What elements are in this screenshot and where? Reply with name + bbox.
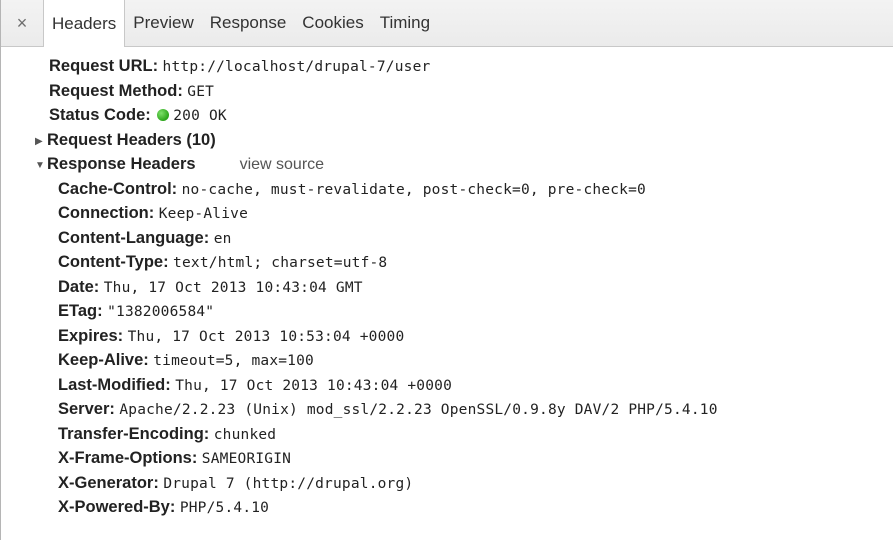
header-name: Keep-Alive: xyxy=(58,351,149,369)
response-header-row: Date: Thu, 17 Oct 2013 10:43:04 GMT xyxy=(1,275,893,300)
response-header-row: Last-Modified: Thu, 17 Oct 2013 10:43:04… xyxy=(1,373,893,398)
header-value: chunked xyxy=(213,426,277,443)
response-header-row: Content-Type: text/html; charset=utf-8 xyxy=(1,250,893,275)
view-source-link[interactable]: view source xyxy=(240,156,324,173)
tab-cookies[interactable]: Cookies xyxy=(294,0,371,46)
request-method-value: GET xyxy=(187,83,215,100)
header-name: Transfer-Encoding: xyxy=(58,424,210,443)
tab-headers[interactable]: Headers xyxy=(43,0,126,47)
headers-content: Request URL: http://localhost/drupal-7/u… xyxy=(1,47,893,520)
header-name: Connection: xyxy=(58,204,155,222)
response-header-row: ETag: "1382006584" xyxy=(1,299,893,324)
request-url-key: Request URL: xyxy=(49,57,159,75)
header-value: Keep-Alive xyxy=(158,206,249,222)
header-value: PHP/5.4.10 xyxy=(179,500,270,516)
header-name: X-Generator: xyxy=(58,473,159,492)
header-name: Server: xyxy=(58,400,115,418)
header-value: no-cache, must-revalidate, post-check=0,… xyxy=(181,181,646,198)
request-method-row: Request Method: GET xyxy=(1,79,893,104)
response-header-row: Cache-Control: no-cache, must-revalidate… xyxy=(1,177,893,202)
header-value: Thu, 17 Oct 2013 10:53:04 +0000 xyxy=(127,328,405,345)
request-headers-section[interactable]: ▶ Request Headers (10) xyxy=(1,128,893,153)
tab-response[interactable]: Response xyxy=(202,0,295,46)
tab-timing[interactable]: Timing xyxy=(372,0,438,46)
request-headers-title[interactable]: Request Headers (10) xyxy=(47,131,216,149)
response-header-row: Connection: Keep-Alive xyxy=(1,201,893,226)
header-value: Drupal 7 (http://drupal.org) xyxy=(163,475,414,492)
status-code-key: Status Code: xyxy=(49,106,151,124)
header-name: Expires: xyxy=(58,326,124,345)
header-value: Thu, 17 Oct 2013 10:43:04 GMT xyxy=(103,279,363,296)
response-header-row: X-Frame-Options: SAMEORIGIN xyxy=(1,446,893,471)
header-name: Content-Type: xyxy=(58,253,169,271)
response-headers-title[interactable]: Response Headers xyxy=(47,155,196,173)
status-code-row: Status Code: 200 OK xyxy=(1,103,893,128)
devtools-network-panel: × Headers Preview Response Cookies Timin… xyxy=(0,0,893,540)
header-name: Date: xyxy=(58,277,100,296)
response-headers-section[interactable]: ▼ Response Headers view source xyxy=(1,152,893,177)
response-header-row: Content-Language: en xyxy=(1,226,893,251)
response-header-row: Expires: Thu, 17 Oct 2013 10:53:04 +0000 xyxy=(1,324,893,349)
header-value: "1382006584" xyxy=(107,304,215,320)
close-icon[interactable]: × xyxy=(1,0,43,46)
header-name: X-Powered-By: xyxy=(58,498,176,516)
response-header-row: X-Powered-By: PHP/5.4.10 xyxy=(1,495,893,520)
header-value: en xyxy=(213,230,232,247)
header-value: text/html; charset=utf-8 xyxy=(173,255,388,271)
header-value: Apache/2.2.23 (Unix) mod_ssl/2.2.23 Open… xyxy=(119,402,718,418)
status-ok-icon xyxy=(157,109,170,121)
request-url-row: Request URL: http://localhost/drupal-7/u… xyxy=(1,54,893,79)
response-header-row: Transfer-Encoding: chunked xyxy=(1,422,893,447)
header-name: Last-Modified: xyxy=(58,375,171,394)
tab-preview[interactable]: Preview xyxy=(125,0,201,46)
header-value: SAMEORIGIN xyxy=(201,451,292,467)
header-name: Content-Language: xyxy=(58,228,210,247)
header-name: ETag: xyxy=(58,302,103,320)
response-header-row: Keep-Alive: timeout=5, max=100 xyxy=(1,348,893,373)
header-name: Cache-Control: xyxy=(58,179,178,198)
triangle-right-icon[interactable]: ▶ xyxy=(35,130,47,155)
header-value: timeout=5, max=100 xyxy=(153,353,314,369)
request-url-value: http://localhost/drupal-7/user xyxy=(162,59,431,75)
response-headers-list: Cache-Control: no-cache, must-revalidate… xyxy=(1,177,893,520)
tab-bar: × Headers Preview Response Cookies Timin… xyxy=(1,0,893,47)
header-value: Thu, 17 Oct 2013 10:43:04 +0000 xyxy=(175,377,453,394)
request-method-key: Request Method: xyxy=(49,81,183,100)
status-code-value: 200 OK xyxy=(173,108,227,124)
response-header-row: Server: Apache/2.2.23 (Unix) mod_ssl/2.2… xyxy=(1,397,893,422)
header-name: X-Frame-Options: xyxy=(58,449,198,467)
triangle-down-icon[interactable]: ▼ xyxy=(35,154,47,179)
response-header-row: X-Generator: Drupal 7 (http://drupal.org… xyxy=(1,471,893,496)
